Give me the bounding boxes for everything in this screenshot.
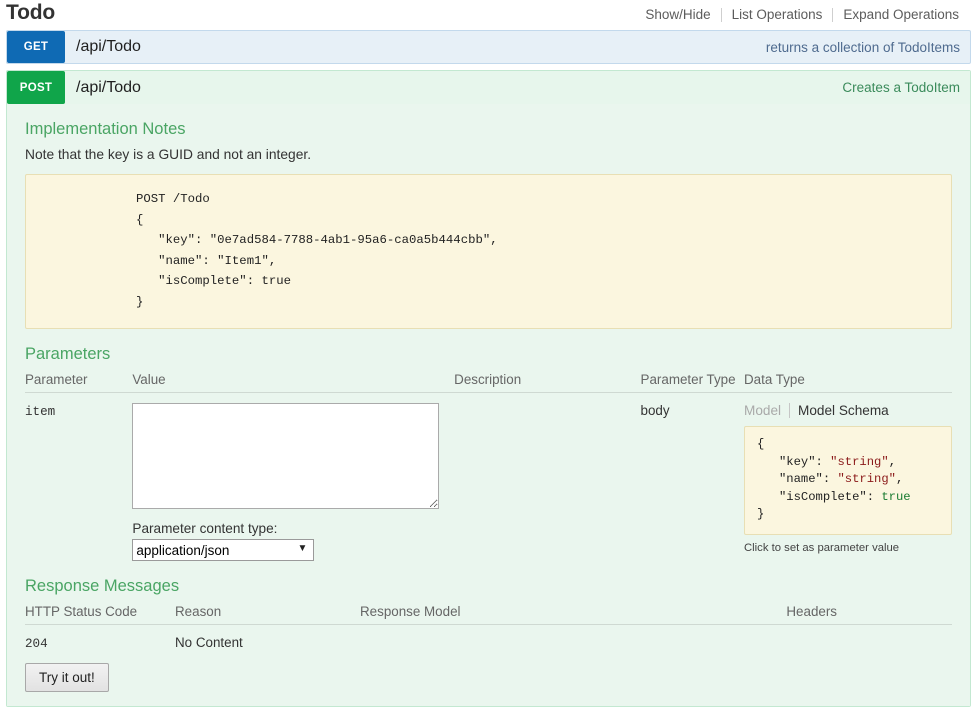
table-row: item Parameter content type: application… <box>25 393 952 562</box>
schema-value-name: "string" <box>837 472 896 486</box>
parameter-name: item <box>25 405 56 419</box>
operation-summary-post[interactable]: Creates a TodoItem <box>842 71 970 104</box>
response-messages-section: Response Messages HTTP Status Code Reaso… <box>25 577 952 692</box>
response-messages-table-head: HTTP Status Code Reason Response Model H… <box>25 604 952 625</box>
col-header-parameter-type: Parameter Type <box>640 372 744 393</box>
response-messages-heading: Response Messages <box>25 577 180 595</box>
sample-request-code-block: POST /Todo { "key": "0e7ad584-7788-4ab1-… <box>25 174 952 329</box>
schema-line-open: { <box>757 437 765 451</box>
col-header-reason: Reason <box>175 604 360 625</box>
http-method-badge-get[interactable]: GET <box>7 31 65 63</box>
operation-post-api-todo: POST /api/Todo Creates a TodoItem Implem… <box>6 70 971 707</box>
resource-header: Todo Show/Hide List Operations Expand Op… <box>0 0 977 30</box>
parameter-name-cell: item <box>25 393 132 562</box>
col-header-description: Description <box>454 372 641 393</box>
parameter-content-type-select[interactable]: application/json <box>132 539 315 561</box>
implementation-notes-heading: Implementation Notes <box>25 120 186 138</box>
sample-request-code: POST /Todo { "key": "0e7ad584-7788-4ab1-… <box>136 192 498 309</box>
response-status-code: 204 <box>25 637 48 651</box>
operation-summary-get[interactable]: returns a collection of TodoItems <box>766 31 970 63</box>
parameter-description-cell <box>454 393 640 562</box>
http-method-badge-post[interactable]: POST <box>7 71 65 104</box>
schema-key-iscomplete: "isComplete" <box>778 489 867 504</box>
operation-get-api-todo[interactable]: GET /api/Todo returns a collection of To… <box>6 30 971 64</box>
schema-value-iscomplete: true <box>881 489 911 504</box>
parameter-type-cell: body <box>640 403 670 418</box>
parameter-data-type-cell: Model Model Schema { "key": "string", "n… <box>744 393 952 562</box>
schema-line-close: } <box>757 507 765 521</box>
show-hide-link[interactable]: Show/Hide <box>635 4 720 26</box>
operation-path-post[interactable]: /api/Todo <box>65 71 842 104</box>
model-schema-box[interactable]: { "key": "string", "name": "string", "is… <box>744 426 952 535</box>
model-schema-hint: Click to set as parameter value <box>744 541 900 554</box>
table-row: 204 No Content <box>25 625 952 652</box>
try-it-out-button[interactable]: Try it out! <box>25 663 109 692</box>
parameters-table-head: Parameter Value Description Parameter Ty… <box>25 372 952 393</box>
expand-operations-link[interactable]: Expand Operations <box>833 4 969 26</box>
page-title: Todo <box>6 1 55 24</box>
col-header-value: Value <box>132 372 455 393</box>
model-tabs: Model Model Schema <box>744 403 952 418</box>
parameters-heading: Parameters <box>25 345 111 363</box>
tab-model-schema[interactable]: Model Schema <box>798 403 889 418</box>
operation-content-post: Implementation Notes Note that the key i… <box>7 104 970 706</box>
response-model <box>360 625 584 652</box>
parameter-value-cell: Parameter content type: application/json… <box>132 393 454 561</box>
response-messages-table-body: 204 No Content <box>25 625 952 652</box>
parameters-table: Parameter Value Description Parameter Ty… <box>25 372 952 561</box>
response-header-row: HTTP Status Code Reason Response Model H… <box>25 604 952 625</box>
schema-value-key: "string" <box>830 454 889 469</box>
col-header-status-code: HTTP Status Code <box>25 604 175 625</box>
parameters-table-body: item Parameter content type: application… <box>25 393 952 562</box>
tab-model[interactable]: Model <box>744 403 781 418</box>
operation-heading[interactable]: POST /api/Todo Creates a TodoItem <box>7 71 970 104</box>
response-messages-table: HTTP Status Code Reason Response Model H… <box>25 604 952 651</box>
parameter-content-type-wrap: application/json ▼ <box>132 539 315 561</box>
response-reason: No Content <box>175 635 243 650</box>
schema-key-name: "name" <box>778 472 823 486</box>
schema-key-key: "key" <box>778 454 816 469</box>
operation-heading[interactable]: GET /api/Todo returns a collection of To… <box>7 31 970 63</box>
parameters-header-row: Parameter Value Description Parameter Ty… <box>25 372 952 393</box>
list-operations-link[interactable]: List Operations <box>722 4 833 26</box>
model-schema-code: { "key": "string", "name": "string", "is… <box>757 437 911 521</box>
col-header-headers: Headers <box>583 604 952 625</box>
operation-path-get[interactable]: /api/Todo <box>65 31 766 63</box>
col-header-data-type: Data Type <box>744 372 952 393</box>
parameter-value-input[interactable] <box>132 403 440 509</box>
implementation-notes-text: Note that the key is a GUID and not an i… <box>25 147 312 162</box>
response-headers <box>584 625 952 652</box>
resource-options: Show/Hide List Operations Expand Operati… <box>635 0 969 26</box>
swagger-ui-page: Todo Show/Hide List Operations Expand Op… <box>0 0 977 707</box>
model-tab-divider <box>789 403 791 418</box>
col-header-parameter: Parameter <box>25 372 133 393</box>
col-header-response-model: Response Model <box>360 604 584 625</box>
parameter-content-type-label: Parameter content type: <box>132 521 278 536</box>
